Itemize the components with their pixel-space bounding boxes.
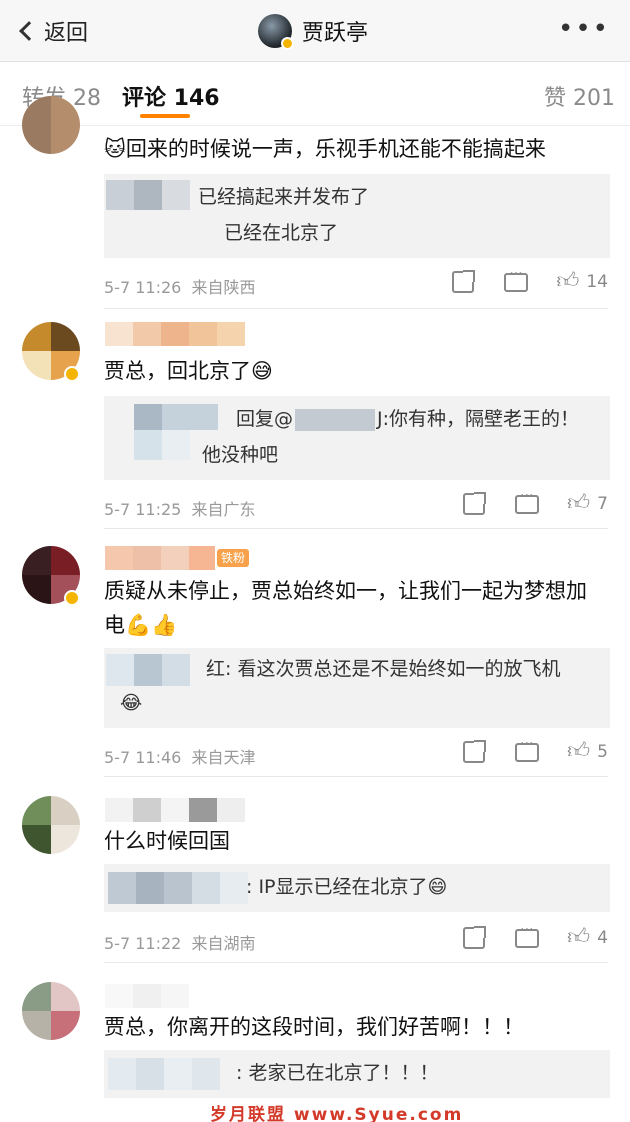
cat-emoji-icon: 🐱 <box>104 137 126 161</box>
reply-box[interactable]: 已经搞起来并发布了 已经在北京了 <box>104 174 610 258</box>
location: 来自湖南 <box>191 934 256 953</box>
location: 来自陕西 <box>191 278 256 297</box>
verified-icon <box>281 37 294 50</box>
like-icon[interactable]: 👍︎ <box>556 270 580 294</box>
redacted-username <box>106 180 190 210</box>
reply-text: : 老家已在北京了！！！ <box>236 1062 439 1084</box>
redacted-username[interactable] <box>105 322 245 346</box>
share-icon[interactable] <box>463 926 487 949</box>
redacted-username[interactable]: 铁粉 <box>105 546 250 570</box>
like-icon[interactable]: 👍︎ <box>567 492 591 516</box>
like-icon[interactable]: 👍︎ <box>567 740 591 764</box>
comment-text: 什么时候回国 <box>104 829 230 853</box>
reply-box[interactable]: 回复@ J:你有种，隔壁老王的！ 他没种吧 <box>104 396 610 480</box>
redacted-username <box>134 404 218 430</box>
verified-icon <box>64 366 80 382</box>
back-label: 返回 <box>44 21 89 46</box>
timestamp: 5-7 11:25 <box>104 500 182 519</box>
redacted-username <box>108 872 248 904</box>
comment-meta: 5-7 11:46 来自天津 <box>104 744 256 768</box>
comment-text: 🐱回来的时候说一声，乐视手机还能不能搞起来 <box>104 132 606 166</box>
avatar[interactable] <box>22 982 80 1040</box>
redacted-username <box>134 430 190 460</box>
reply-text: : IP显示已经在北京了😄 <box>246 876 448 898</box>
share-icon[interactable] <box>463 492 487 515</box>
reply-text: 他没种吧 <box>202 444 279 466</box>
timestamp: 5-7 11:26 <box>104 278 182 297</box>
share-icon[interactable] <box>452 270 476 293</box>
avatar[interactable] <box>22 796 80 854</box>
reply-text: 红: 看这次贾总还是不是始终如一的放飞机 <box>206 658 561 680</box>
comment-text: 质疑从未停止，贾总始终如一，让我们一起为梦想加电💪👍 <box>104 579 587 637</box>
tab-comments[interactable]: 评论 146 <box>122 80 220 112</box>
comment-icon[interactable] <box>504 266 529 292</box>
more-options-icon[interactable]: ••• <box>558 16 610 42</box>
user-name: 贾跃亭 <box>302 21 369 46</box>
comment-meta: 5-7 11:25 来自广东 <box>104 496 256 520</box>
divider <box>104 776 608 777</box>
comment-text: 贾总，你离开的这段时间，我们好苦啊！！！ <box>104 1015 524 1039</box>
location: 来自广东 <box>191 500 256 519</box>
avatar[interactable] <box>22 96 80 154</box>
reply-text: 回复@ J:你有种，隔壁老王的！ <box>236 408 580 431</box>
redacted-username <box>108 1058 220 1090</box>
redacted-username[interactable] <box>105 984 189 1008</box>
like-count: 7 <box>597 494 608 514</box>
comment-meta: 5-7 11:22 来自湖南 <box>104 930 256 954</box>
comment-actions: 👍︎ 5 <box>463 736 608 764</box>
top-bar: 返回 贾跃亭 ••• <box>0 0 630 62</box>
like-count: 4 <box>597 928 608 948</box>
reply-text: 已经在北京了 <box>224 222 339 244</box>
share-icon[interactable] <box>463 740 487 763</box>
divider <box>104 962 608 963</box>
redacted-username <box>106 654 190 686</box>
reply-box[interactable]: 红: 看这次贾总还是不是始终如一的放飞机 😂 <box>104 648 610 728</box>
reply-text: 😂 <box>120 692 143 714</box>
reply-box[interactable]: : 老家已在北京了！！！ <box>104 1050 610 1098</box>
back-button[interactable]: 返回 <box>16 14 88 48</box>
like-count: 5 <box>597 742 608 762</box>
tab-likes[interactable]: 赞 201 <box>544 80 615 112</box>
verified-icon <box>64 590 80 606</box>
like-count: 14 <box>586 272 608 292</box>
comment-actions: 👍︎ 4 <box>463 922 608 950</box>
comment-body: 回来的时候说一声，乐视手机还能不能搞起来 <box>125 137 546 161</box>
active-tab-indicator <box>140 114 190 118</box>
watermark: 岁月联盟 www.Syue.com <box>210 1105 464 1122</box>
comment-icon[interactable] <box>515 736 540 762</box>
timestamp: 5-7 11:46 <box>104 748 182 767</box>
reply-box[interactable]: : IP显示已经在北京了😄 <box>104 864 610 912</box>
timestamp: 5-7 11:22 <box>104 934 182 953</box>
divider <box>104 528 608 529</box>
comment-icon[interactable] <box>515 922 540 948</box>
location: 来自天津 <box>191 748 256 767</box>
comment-text: 贾总，回北京了😅 <box>104 359 273 383</box>
page-title[interactable]: 贾跃亭 <box>258 12 368 50</box>
reply-text: 已经搞起来并发布了 <box>198 186 370 208</box>
fan-badge: 铁粉 <box>217 549 250 567</box>
chevron-left-icon <box>19 21 39 41</box>
redacted-username[interactable] <box>105 798 245 822</box>
avatar[interactable] <box>258 14 294 50</box>
comment-actions: 👍︎ 7 <box>463 488 608 516</box>
divider <box>104 308 608 309</box>
like-icon[interactable]: 👍︎ <box>567 926 591 950</box>
comment-meta: 5-7 11:26 来自陕西 <box>104 274 256 298</box>
tab-bar: 转发 28 评论 146 赞 201 <box>0 62 630 126</box>
comment-icon[interactable] <box>515 488 540 514</box>
comment-actions: 👍︎ 14 <box>452 266 608 294</box>
